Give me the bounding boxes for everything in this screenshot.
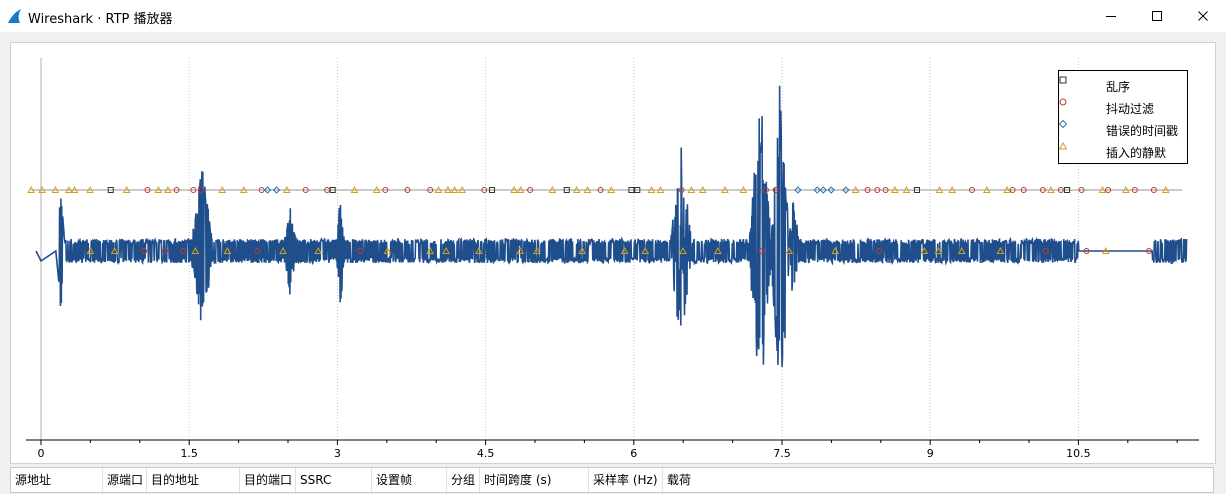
legend-label: 抖动过滤	[1106, 102, 1155, 116]
x-tick-label: 4.5	[477, 447, 495, 460]
column-header-ssrc[interactable]: SSRC	[296, 468, 372, 492]
column-header-sample-rate[interactable]: 采样率 (Hz)	[589, 468, 663, 492]
x-axis: 0 1.5 3 4.5 6 7.5 9 10.5	[26, 439, 1199, 460]
legend-label: 错误的时间戳	[1106, 124, 1179, 138]
legend-label: 乱序	[1106, 80, 1131, 94]
stream-table-header: 源地址 源端口 目的地址 目的端口 SSRC 设置帧 分组 时间跨度 (s) 采…	[10, 467, 1214, 493]
maximize-button[interactable]	[1134, 0, 1180, 32]
triangle-marker-icon	[1059, 142, 1067, 150]
wireshark-fin-icon	[8, 9, 21, 23]
column-header-src-addr[interactable]: 源地址	[11, 468, 103, 492]
x-tick-label: 7.5	[773, 447, 791, 460]
minimize-button[interactable]	[1088, 0, 1134, 32]
audio-waveform[interactable]	[35, 85, 1188, 367]
legend-item-jitter-drop: 抖动过滤	[1059, 98, 1187, 118]
column-header-payload[interactable]: 载荷	[663, 468, 1213, 492]
column-header-setup-frame[interactable]: 设置帧	[372, 468, 447, 492]
x-tick-label: 10.5	[1066, 447, 1091, 460]
minimize-icon	[1106, 16, 1116, 17]
column-header-src-port[interactable]: 源端口	[103, 468, 147, 492]
title-bar: Wireshark · RTP 播放器	[0, 0, 1226, 32]
waveform-trace[interactable]	[35, 85, 1188, 367]
rtp-waveform-plot[interactable]: 0 1.5 3 4.5 6 7.5 9 10.5 乱序 抖动过滤 错误的时间戳 插入的静默	[10, 42, 1216, 464]
x-tick-label: 0	[38, 447, 45, 460]
maximize-icon	[1152, 11, 1162, 21]
legend-item-inserted-silence: 插入的静默	[1059, 142, 1187, 162]
legend-label: 插入的静默	[1106, 146, 1167, 160]
column-header-time-span[interactable]: 时间跨度 (s)	[480, 468, 589, 492]
window-title: Wireshark · RTP 播放器	[28, 12, 173, 27]
x-tick-label: 3	[334, 447, 341, 460]
column-header-packets[interactable]: 分组	[447, 468, 480, 492]
column-header-dst-addr[interactable]: 目的地址	[147, 468, 240, 492]
diamond-marker-icon	[1059, 120, 1067, 128]
legend: 乱序 抖动过滤 错误的时间戳 插入的静默	[1058, 70, 1188, 164]
square-marker-icon	[1059, 76, 1067, 84]
circle-marker-icon	[1059, 98, 1067, 106]
x-tick-label: 1.5	[180, 447, 198, 460]
x-tick-label: 9	[927, 447, 934, 460]
legend-item-out-of-order: 乱序	[1059, 76, 1187, 96]
legend-item-wrong-timestamp: 错误的时间戳	[1059, 120, 1187, 140]
column-header-dst-port[interactable]: 目的端口	[240, 468, 296, 492]
x-tick-label: 6	[630, 447, 637, 460]
close-icon	[1198, 11, 1208, 21]
close-button[interactable]	[1180, 0, 1226, 32]
waveform-chart[interactable]: 0 1.5 3 4.5 6 7.5 9 10.5	[11, 43, 1215, 463]
